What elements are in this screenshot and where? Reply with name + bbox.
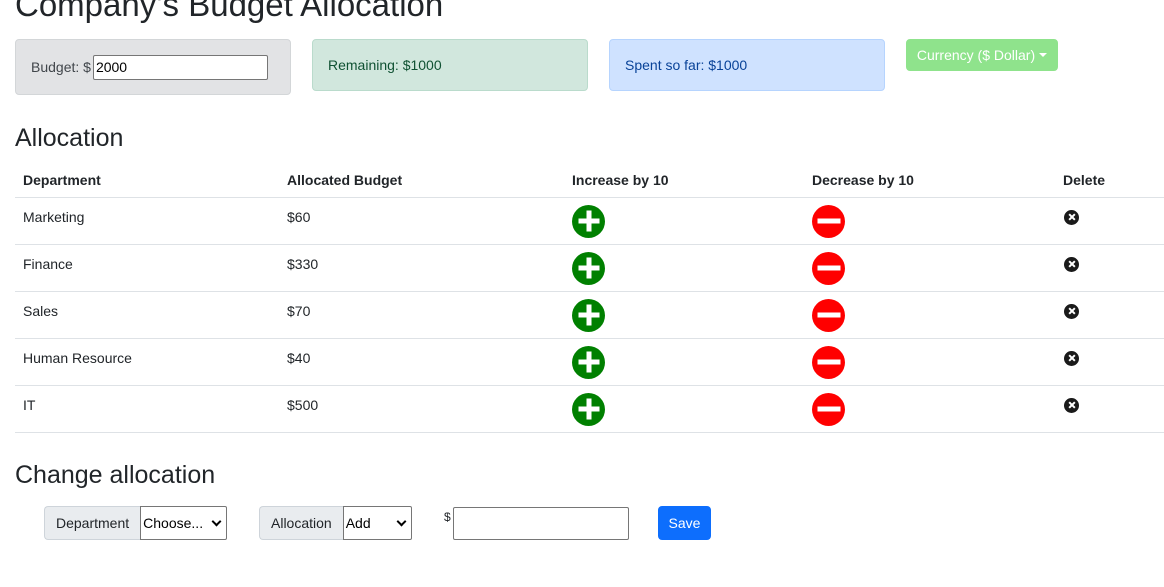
department-input-group: Department Choose... [44, 506, 228, 540]
minus-circle-icon[interactable] [812, 298, 845, 332]
allocation-input-group: Allocation Add [259, 506, 412, 540]
column-header-allocated-budget: Allocated Budget [279, 164, 564, 198]
department-cell: Marketing [15, 197, 279, 245]
minus-circle-icon[interactable] [812, 392, 845, 426]
amount-input[interactable] [453, 507, 629, 540]
column-header-department: Department [15, 164, 279, 198]
budget-cell: $70 [279, 291, 564, 339]
department-select-value: Choose... [143, 515, 204, 531]
x-circle-icon[interactable] [1064, 350, 1079, 366]
allocation-table: Department Allocated Budget Increase by … [15, 164, 1164, 433]
department-cell: Human Resource [15, 338, 279, 386]
allocation-select-label: Allocation [259, 506, 343, 540]
table-header-row: Department Allocated Budget Increase by … [15, 164, 1164, 198]
table-row: Sales $70 [15, 291, 1164, 339]
x-circle-icon[interactable] [1064, 397, 1079, 413]
department-select-label: Department [44, 506, 141, 540]
table-row: Finance $330 [15, 244, 1164, 292]
table-row: Marketing $60 [15, 197, 1164, 245]
allocation-type-select[interactable]: Add [342, 506, 412, 540]
department-cell: Sales [15, 291, 279, 339]
currency-label: Currency ($ Dollar) [916, 47, 1036, 63]
department-cell: Finance [15, 244, 279, 292]
x-circle-icon[interactable] [1064, 303, 1079, 319]
plus-circle-icon[interactable] [572, 251, 605, 285]
currency-dropdown-button[interactable]: Currency ($ Dollar) [906, 39, 1058, 71]
allocation-select-value: Add [345, 515, 371, 531]
spent-box: Spent so far: $1000 [609, 39, 885, 91]
spent-text: Spent so far: $1000 [625, 57, 748, 73]
plus-circle-icon[interactable] [572, 204, 605, 238]
budget-box: Budget: $ [15, 39, 291, 95]
currency-symbol: $ [444, 510, 451, 524]
budget-cell: $40 [279, 338, 564, 386]
remaining-text: Remaining: $1000 [328, 57, 442, 73]
change-allocation-heading: Change allocation [15, 461, 216, 489]
chevron-down-icon [396, 516, 407, 526]
minus-circle-icon[interactable] [812, 204, 845, 238]
plus-circle-icon[interactable] [572, 298, 605, 332]
chevron-down-icon [211, 516, 222, 526]
budget-label: Budget: $ [31, 59, 91, 75]
table-row: Human Resource $40 [15, 338, 1164, 386]
column-header-decrease: Decrease by 10 [804, 164, 1055, 198]
remaining-box: Remaining: $1000 [312, 39, 588, 91]
x-circle-icon[interactable] [1064, 209, 1079, 225]
budget-input[interactable] [92, 54, 268, 80]
department-cell: IT [15, 385, 279, 433]
plus-circle-icon[interactable] [572, 392, 605, 426]
x-circle-icon[interactable] [1064, 256, 1079, 272]
column-header-increase: Increase by 10 [564, 164, 804, 198]
department-select[interactable]: Choose... [140, 506, 228, 540]
minus-circle-icon[interactable] [812, 251, 845, 285]
budget-cell: $330 [279, 244, 564, 292]
page-title: Company's Budget Allocation [15, 0, 444, 23]
allocation-heading: Allocation [15, 124, 124, 152]
plus-circle-icon[interactable] [572, 345, 605, 379]
column-header-delete: Delete [1055, 164, 1164, 198]
caret-down-icon [1039, 53, 1048, 57]
save-button[interactable]: Save [658, 506, 711, 540]
table-row: IT $500 [15, 385, 1164, 433]
budget-cell: $500 [279, 385, 564, 433]
budget-cell: $60 [279, 197, 564, 245]
minus-circle-icon[interactable] [812, 345, 845, 379]
